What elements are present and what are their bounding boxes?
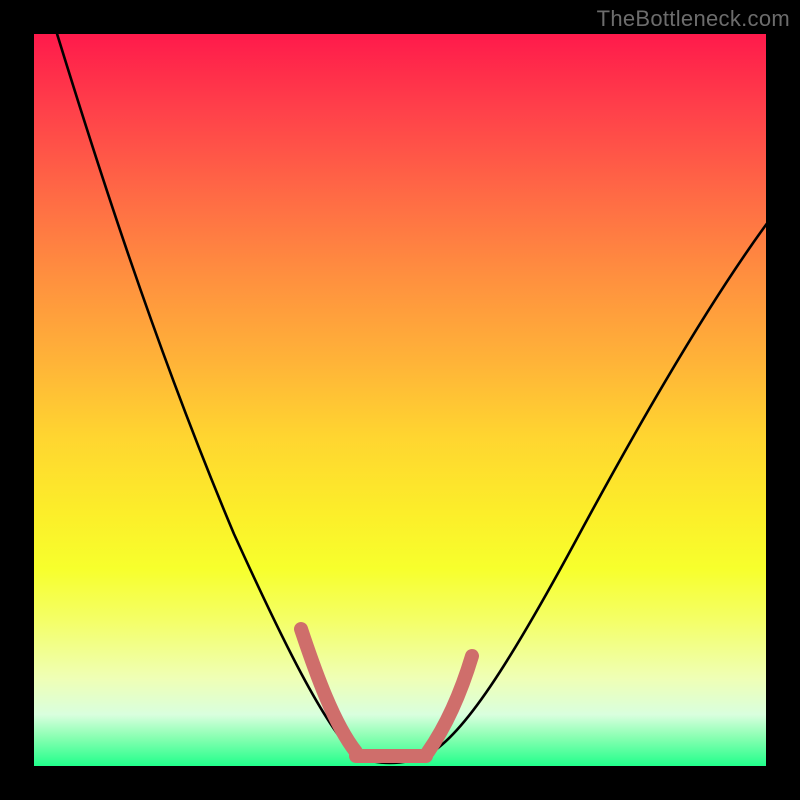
watermark-text: TheBottleneck.com <box>597 6 790 32</box>
curve-layer <box>34 34 766 766</box>
bottleneck-curve <box>54 34 766 763</box>
plot-area <box>34 34 766 766</box>
optimal-range-marker <box>301 629 472 756</box>
chart-frame: TheBottleneck.com <box>0 0 800 800</box>
